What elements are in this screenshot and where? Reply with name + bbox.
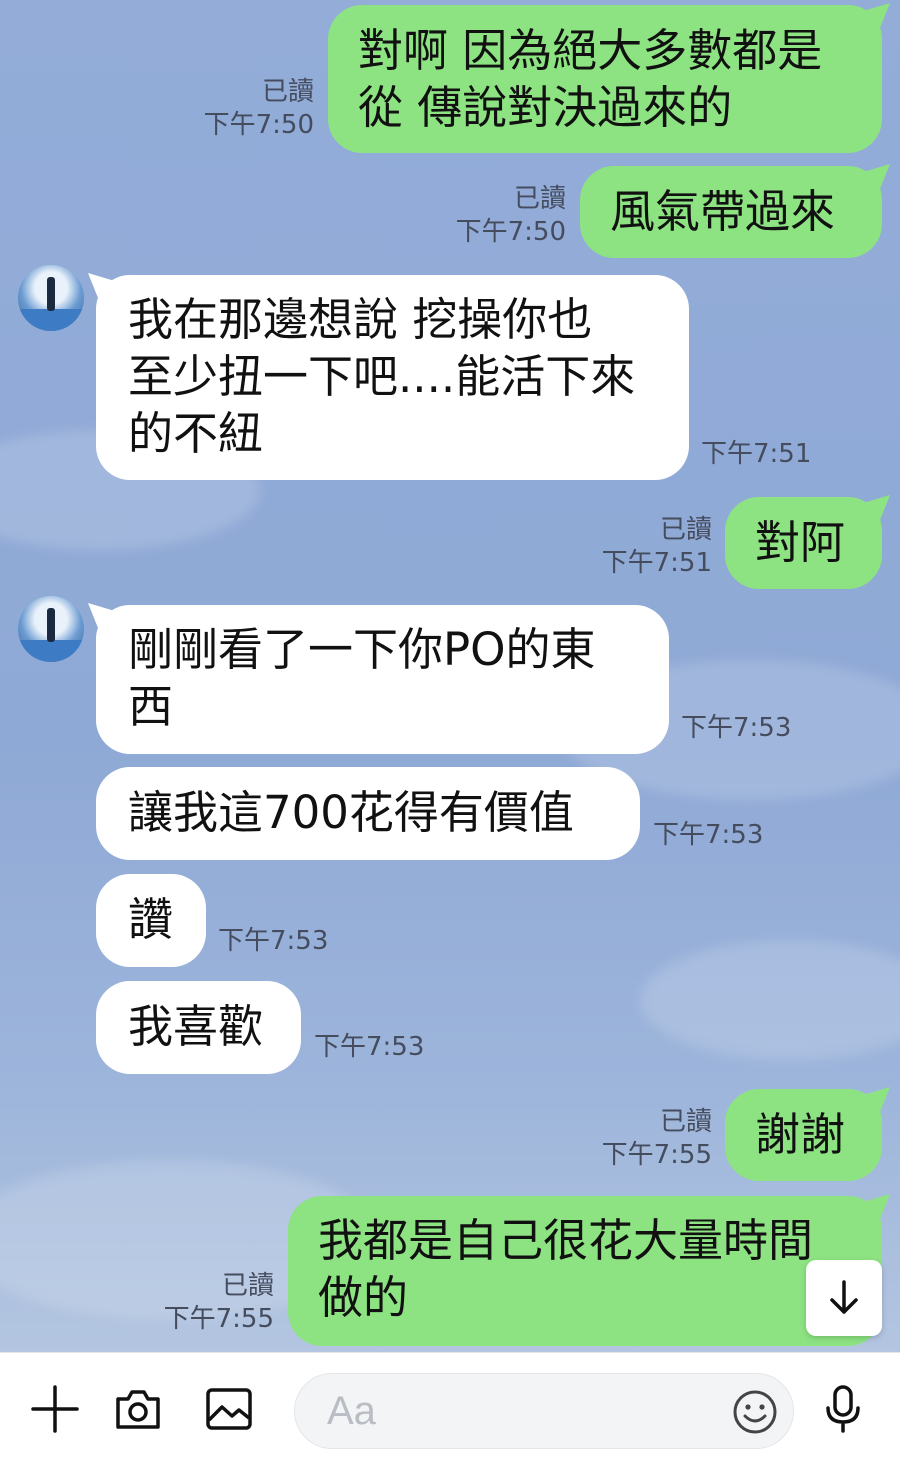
- plus-icon: [31, 1385, 79, 1433]
- message-line: 對啊 因為絕大多數都是: [358, 24, 823, 77]
- read-receipt: 已讀: [221, 1271, 274, 1301]
- message-bubble-received[interactable]: 讓我這700花得有價值: [96, 767, 640, 860]
- message-line: 讚: [128, 893, 174, 946]
- message-bubble-received[interactable]: 我在那邊想說 挖操你也 至少扭一下吧....能活下來 的不紐: [96, 275, 689, 480]
- plus-button[interactable]: [20, 1353, 90, 1464]
- read-receipt: 已讀: [513, 184, 566, 214]
- message-bubble-sent[interactable]: 對啊 因為絕大多數都是 從 傳說對決過來的: [328, 5, 882, 153]
- camera-button[interactable]: [103, 1353, 173, 1464]
- chat-area[interactable]: 已讀 下午7:50 對啊 因為絕大多數都是 從 傳說對決過來的 已讀 下午7:5…: [0, 0, 900, 1352]
- contact-avatar[interactable]: [18, 596, 84, 662]
- message-bubble-received[interactable]: 讚: [96, 874, 206, 967]
- message-time: 下午7:53: [314, 1032, 425, 1062]
- message-line: 的不紐: [128, 407, 264, 460]
- message-line: 做的: [318, 1271, 409, 1324]
- microphone-button[interactable]: [808, 1353, 878, 1464]
- message-line: 剛剛看了一下你PO的東: [128, 623, 596, 676]
- message-meta: 已讀 下午7:50: [456, 183, 566, 249]
- message-meta: 下午7:51: [701, 438, 811, 471]
- camera-icon: [116, 1390, 160, 1429]
- message-meta: 下午7:53: [218, 925, 328, 958]
- message-meta: 下午7:53: [681, 712, 791, 745]
- message-time: 下午7:53: [681, 713, 792, 743]
- message-line: 我喜歡: [128, 1000, 264, 1053]
- message-bubble-received[interactable]: 我喜歡: [96, 981, 301, 1074]
- message-line: 讓我這700花得有價值: [128, 786, 574, 839]
- message-line: 我都是自己很花大量時間: [318, 1214, 814, 1267]
- message-line: 風氣帶過來: [610, 185, 836, 238]
- message-meta: 下午7:53: [653, 819, 763, 852]
- image-icon: [206, 1388, 252, 1430]
- message-bubble-received[interactable]: 剛剛看了一下你PO的東 西: [96, 605, 669, 754]
- message-meta: 已讀 下午7:55: [164, 1270, 274, 1336]
- message-time: 下午7:55: [601, 1140, 712, 1170]
- emoji-icon[interactable]: [731, 1388, 779, 1436]
- message-line: 從 傳說對決過來的: [358, 81, 733, 134]
- message-line: 對阿: [755, 516, 846, 569]
- microphone-icon: [826, 1385, 860, 1433]
- message-meta: 下午7:53: [314, 1031, 424, 1064]
- read-receipt: 已讀: [659, 1107, 712, 1137]
- message-time: 下午7:50: [455, 217, 566, 247]
- contact-avatar[interactable]: [18, 265, 84, 331]
- read-receipt: 已讀: [261, 77, 314, 107]
- message-meta: 已讀 下午7:55: [602, 1106, 712, 1172]
- message-meta: 已讀 下午7:50: [204, 76, 314, 142]
- message-input-bar: Aa: [0, 1352, 900, 1464]
- message-bubble-sent[interactable]: 對阿: [725, 497, 882, 589]
- message-time: 下午7:55: [163, 1304, 274, 1334]
- message-line: 至少扭一下吧....能活下來: [128, 350, 636, 403]
- message-time: 下午7:53: [218, 926, 329, 956]
- message-time: 下午7:53: [653, 820, 764, 850]
- message-input[interactable]: Aa: [294, 1373, 794, 1449]
- message-time: 下午7:51: [601, 548, 712, 578]
- message-line: 謝謝: [755, 1108, 846, 1161]
- arrow-down-icon: [830, 1280, 858, 1314]
- message-bubble-sent[interactable]: 謝謝: [725, 1089, 882, 1181]
- message-line: 我在那邊想說 挖操你也: [128, 293, 593, 346]
- message-input-placeholder: Aa: [327, 1389, 376, 1433]
- read-receipt: 已讀: [659, 515, 712, 545]
- message-time: 下午7:50: [203, 110, 314, 140]
- message-bubble-sent[interactable]: 風氣帶過來: [580, 166, 882, 258]
- image-button[interactable]: [194, 1353, 264, 1464]
- message-time: 下午7:51: [701, 439, 812, 469]
- message-meta: 已讀 下午7:51: [602, 514, 712, 580]
- message-line: 西: [128, 680, 174, 733]
- message-bubble-sent[interactable]: 我都是自己很花大量時間 做的: [288, 1196, 882, 1346]
- scroll-to-bottom-button[interactable]: [806, 1260, 882, 1336]
